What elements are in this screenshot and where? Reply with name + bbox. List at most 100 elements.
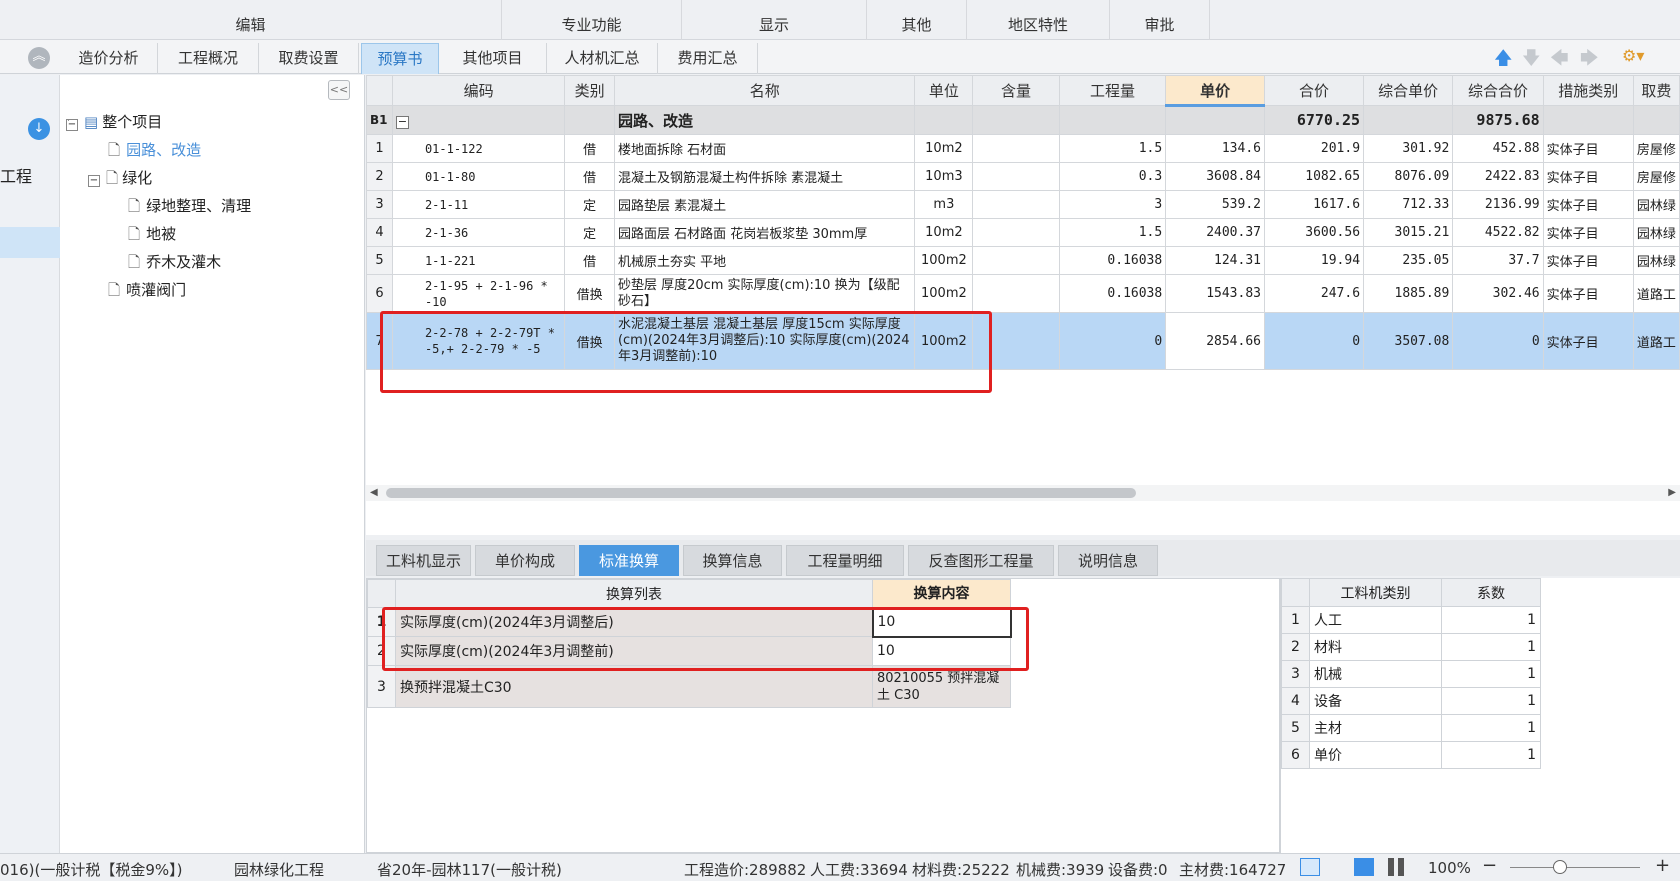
total-cell[interactable]: 3600.56	[1263, 218, 1365, 247]
comp-total-cell[interactable]: 2136.99	[1452, 190, 1544, 219]
scroll-left-icon[interactable]: ◀	[370, 487, 378, 498]
table-row[interactable]: 2 01-1-80 借混凝土及钢筋混凝土构件拆除 素混凝土 10m3 0.3 3608.8…	[366, 162, 1680, 191]
table-row[interactable]: 1 人工 1	[1281, 606, 1541, 634]
col-header[interactable]: 综合合价	[1452, 75, 1544, 106]
zoom-out-icon[interactable]: −	[1482, 855, 1497, 876]
comp-price-cell[interactable]: 8076.09	[1363, 162, 1454, 191]
unit-cell[interactable]: 100m2	[914, 312, 974, 370]
col-header[interactable]: 类别	[564, 75, 615, 106]
nav-item-selected[interactable]	[0, 227, 60, 258]
name-cell[interactable]: 机械原土夯实 平地	[613, 246, 916, 275]
tree-item-sprinkler[interactable]: 🗋 喷灌阀门	[108, 279, 186, 305]
total-cell[interactable]: 247.6	[1263, 274, 1365, 313]
tab-other-items[interactable]: 其他项目	[439, 43, 547, 74]
table-row[interactable]: 1 01-1-122 借楼地面拆除 石材面 10m2 1.5 134.6 201.9 301.…	[366, 134, 1680, 163]
coefficient-input[interactable]: 1	[1441, 606, 1541, 634]
table-row[interactable]: 6 单价 1	[1281, 741, 1541, 769]
col-header[interactable]: 综合单价	[1363, 75, 1454, 106]
type-cell[interactable]: 借换	[564, 274, 615, 313]
fee-cell[interactable]: 道路工	[1632, 274, 1680, 313]
fee-cell[interactable]: 园林绿	[1632, 246, 1680, 275]
scroll-right-icon[interactable]: ▶	[1668, 487, 1676, 498]
measure-cell[interactable]: 实体子目	[1542, 312, 1634, 370]
table-row[interactable]: 4 设备 1	[1281, 687, 1541, 715]
content-cell[interactable]	[972, 274, 1060, 313]
table-row[interactable]: 1 实际厚度(cm)(2024年3月调整后) 10	[367, 606, 1012, 638]
zoom-slider-thumb[interactable]	[1553, 860, 1567, 874]
content-cell[interactable]	[972, 190, 1060, 219]
table-row[interactable]: 5 1-1-221 借机械原土夯实 平地 100m2 0.16038 124.31 19.9…	[366, 246, 1680, 275]
unit-cell[interactable]: m3	[914, 190, 974, 219]
table-row[interactable]: 6 2-1-95 + 2-1-96 * -10 借换 砂垫层 厚度20cm 实际厚度(…	[366, 274, 1680, 313]
code-cell[interactable]: 2-1-95 + 2-1-96 * -10	[391, 274, 566, 313]
name-cell[interactable]: 园路面层 石材路面 花岗岩板浆垫 30mm厚	[613, 218, 916, 247]
table-row[interactable]: 2 材料 1	[1281, 633, 1541, 661]
tree-item-greening[interactable]: − 🗋 绿化	[88, 167, 152, 193]
code-cell[interactable]: 2-1-11	[391, 190, 566, 219]
unit-price-cell[interactable]: 3608.84	[1165, 162, 1265, 191]
unit-price-cell[interactable]: 134.6	[1165, 134, 1265, 163]
layout-split-icon[interactable]	[1388, 858, 1404, 876]
settings-icon[interactable]: ⚙▾	[1622, 46, 1644, 65]
total-cell[interactable]: 201.9	[1263, 134, 1365, 163]
conversion-value[interactable]: 80210055 预拌混凝土 C30	[872, 665, 1011, 708]
comp-total-cell[interactable]: 0	[1452, 312, 1544, 370]
table-row[interactable]: 3 2-1-11 定园路垫层 素混凝土 m3 3 539.2 1617.6 712.33 213…	[366, 190, 1680, 219]
content-cell[interactable]	[972, 134, 1060, 163]
ribbon-group-other[interactable]: 其他	[867, 0, 967, 40]
code-cell[interactable]: 2-1-36	[391, 218, 566, 247]
zoom-slider[interactable]	[1510, 867, 1640, 868]
move-up-icon[interactable]: 🡅	[1494, 46, 1513, 76]
tree-root[interactable]: − ▤ 整个项目	[66, 111, 162, 132]
ribbon-group-approve[interactable]: 审批	[1110, 0, 1210, 40]
tab-reverse-quantity[interactable]: 反查图形工程量	[908, 545, 1054, 576]
fee-cell[interactable]: 道路工	[1632, 312, 1680, 370]
content-cell[interactable]	[972, 162, 1060, 191]
conversion-value-input[interactable]: 10	[872, 636, 1011, 666]
type-cell[interactable]: 定	[564, 218, 615, 247]
quantity-cell[interactable]: 0	[1058, 312, 1167, 370]
type-cell[interactable]: 借换	[564, 312, 615, 370]
layout-single-icon[interactable]	[1354, 858, 1374, 876]
content-cell[interactable]	[972, 218, 1060, 247]
table-row[interactable]: 2 实际厚度(cm)(2024年3月调整前) 10	[367, 636, 1011, 666]
total-cell[interactable]: 1082.65	[1263, 162, 1365, 191]
comp-price-cell[interactable]: 301.92	[1363, 134, 1454, 163]
code-cell[interactable]: 01-1-122	[391, 134, 566, 163]
unit-cell[interactable]: 100m2	[914, 246, 974, 275]
measure-cell[interactable]: 实体子目	[1542, 246, 1634, 275]
col-header[interactable]: 工程量	[1058, 75, 1167, 106]
collapse-icon[interactable]: −	[66, 119, 78, 131]
type-cell[interactable]: 定	[564, 190, 615, 219]
collapse-icon[interactable]: −	[88, 175, 100, 187]
fee-cell[interactable]: 园林绿	[1632, 190, 1680, 219]
unit-cell[interactable]: 10m2	[914, 218, 974, 247]
quantity-cell[interactable]: 1.5	[1058, 218, 1167, 247]
col-header-unit-price[interactable]: 单价	[1165, 75, 1265, 107]
coefficient-input[interactable]: 1	[1441, 714, 1541, 742]
measure-cell[interactable]: 实体子目	[1542, 274, 1634, 313]
code-cell[interactable]: 1-1-221	[391, 246, 566, 275]
move-down-icon[interactable]: 🡇	[1522, 46, 1541, 76]
tab-fee-summary[interactable]: 费用汇总	[658, 43, 758, 74]
coefficient-input[interactable]: 1	[1441, 633, 1541, 661]
measure-cell[interactable]: 实体子目	[1542, 134, 1634, 163]
col-header[interactable]: 措施类别	[1542, 75, 1634, 106]
table-row[interactable]: 5 主材 1	[1281, 714, 1541, 742]
tab-budget[interactable]: 预算书	[361, 43, 439, 74]
ribbon-group-pro[interactable]: 专业功能	[502, 0, 682, 40]
measure-cell[interactable]: 实体子目	[1542, 218, 1634, 247]
tab-fee-settings[interactable]: 取费设置	[259, 43, 359, 74]
horizontal-scrollbar[interactable]: ◀ ▶	[366, 485, 1680, 501]
comp-price-cell[interactable]: 712.33	[1363, 190, 1454, 219]
name-cell[interactable]: 砂垫层 厚度20cm 实际厚度(cm):10 换为【级配砂石】	[613, 274, 916, 313]
fee-cell[interactable]: 房屋修	[1632, 134, 1680, 163]
collapse-pane-icon[interactable]: <<	[328, 80, 350, 100]
total-cell[interactable]: 0	[1263, 312, 1365, 370]
quantity-cell[interactable]: 0.16038	[1058, 246, 1167, 275]
tab-resource-display[interactable]: 工料机显示	[376, 545, 471, 576]
coefficient-input[interactable]: 1	[1441, 660, 1541, 688]
unit-price-cell[interactable]: 124.31	[1165, 246, 1265, 275]
tree-item-road[interactable]: 🗋 园路、改造	[108, 139, 201, 165]
collapse-icon[interactable]: −	[391, 105, 566, 135]
